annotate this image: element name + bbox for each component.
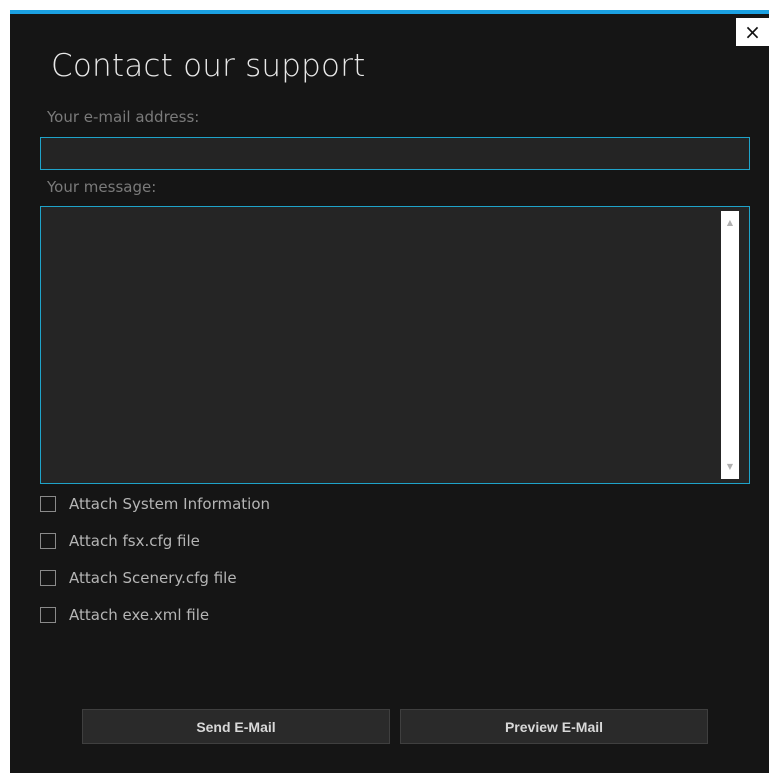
attach-fsx-cfg-label: Attach fsx.cfg file <box>69 532 200 550</box>
attach-exe-xml-checkbox[interactable] <box>40 607 56 623</box>
attach-fsx-cfg-checkbox[interactable] <box>40 533 56 549</box>
attach-scenery-cfg-option[interactable]: Attach Scenery.cfg file <box>40 568 237 588</box>
dialog-title: Contact our support <box>51 48 366 84</box>
attach-scenery-cfg-label: Attach Scenery.cfg file <box>69 569 237 587</box>
close-button[interactable]: × <box>736 18 769 46</box>
attach-system-info-label: Attach System Information <box>69 495 271 513</box>
chevron-up-icon[interactable]: ▲ <box>721 215 739 231</box>
message-box: ▲ ▼ <box>40 206 750 484</box>
preview-email-button[interactable]: Preview E-Mail <box>400 709 708 744</box>
attach-system-info-option[interactable]: Attach System Information <box>40 494 270 514</box>
attach-exe-xml-option[interactable]: Attach exe.xml file <box>40 605 209 625</box>
scrollbar-track[interactable]: ▲ ▼ <box>721 211 739 479</box>
attach-scenery-cfg-checkbox[interactable] <box>40 570 56 586</box>
attach-fsx-cfg-option[interactable]: Attach fsx.cfg file <box>40 531 200 551</box>
message-textarea[interactable] <box>41 207 719 483</box>
message-scrollbar[interactable]: ▲ ▼ <box>719 207 749 483</box>
chevron-down-icon[interactable]: ▼ <box>721 459 739 475</box>
email-label: Your e-mail address: <box>47 108 200 126</box>
send-email-button[interactable]: Send E-Mail <box>82 709 390 744</box>
message-label: Your message: <box>47 178 157 196</box>
window: × Contact our support Your e-mail addres… <box>0 0 769 773</box>
attach-exe-xml-label: Attach exe.xml file <box>69 606 210 624</box>
close-icon: × <box>744 20 761 44</box>
attach-system-info-checkbox[interactable] <box>40 496 56 512</box>
email-field[interactable] <box>40 137 750 170</box>
